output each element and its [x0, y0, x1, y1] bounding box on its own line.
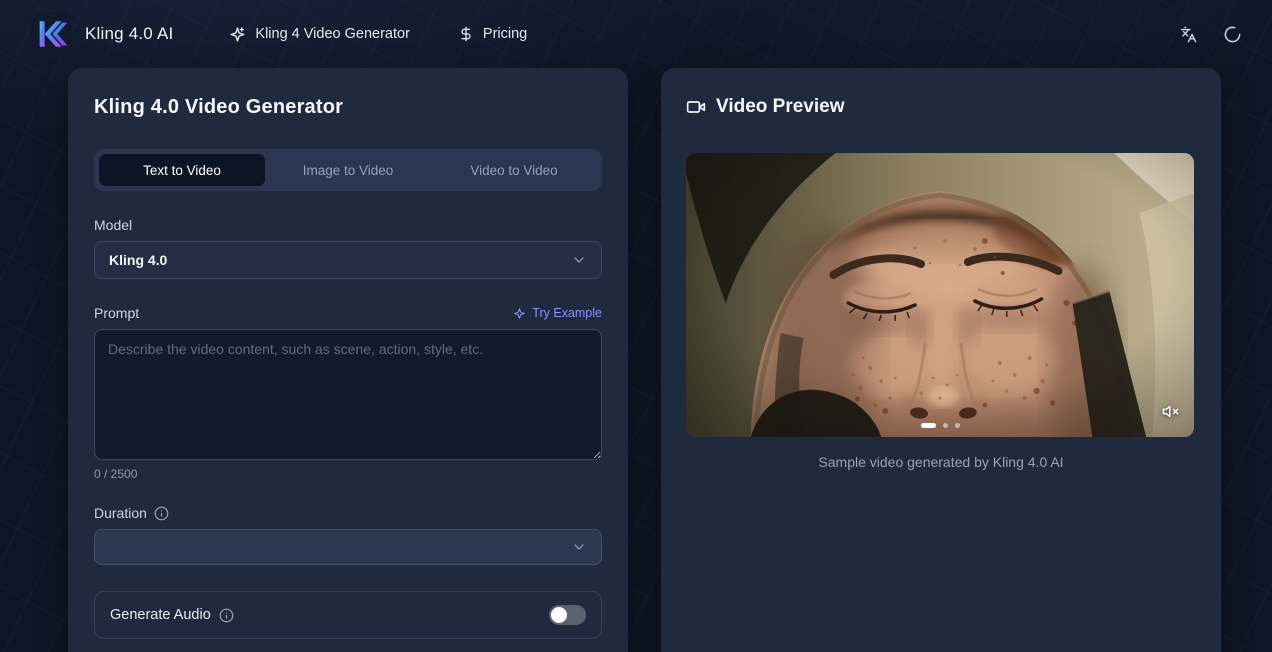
nav-item-video-generator[interactable]: Kling 4 Video Generator: [229, 26, 410, 43]
generate-audio-label: Generate Audio: [110, 607, 234, 623]
preview-caption: Sample video generated by Kling 4.0 AI: [686, 454, 1196, 470]
mute-button[interactable]: [1162, 403, 1179, 423]
char-counter: 0 / 2500: [94, 467, 602, 481]
dollar-icon: [458, 26, 474, 42]
nav-label-pricing: Pricing: [483, 26, 527, 42]
duration-select[interactable]: [94, 529, 602, 565]
generate-audio-toggle[interactable]: [549, 605, 586, 625]
main-nav: Kling 4 Video Generator Pricing: [229, 26, 527, 43]
prompt-label: Prompt: [94, 305, 139, 321]
model-select[interactable]: Kling 4.0: [94, 241, 602, 279]
duration-label: Duration: [94, 505, 602, 521]
carousel-dots: [686, 423, 1194, 428]
nav-label-video-generator: Kling 4 Video Generator: [255, 26, 410, 42]
sparkles-icon: [229, 26, 246, 43]
video-player[interactable]: [686, 153, 1194, 437]
video-preview-card: Video Preview: [661, 68, 1221, 652]
kling-double-k-icon: [34, 17, 68, 51]
try-example-button[interactable]: Try Example: [513, 306, 602, 320]
sparkles-icon: [513, 307, 526, 320]
carousel-dot-1[interactable]: [921, 423, 936, 428]
tab-video-to-video[interactable]: Video to Video: [431, 154, 597, 186]
language-icon: [1180, 26, 1197, 43]
mode-tabs: Text to Video Image to Video Video to Vi…: [94, 149, 602, 191]
preview-header: Video Preview: [686, 96, 1196, 118]
nav-item-pricing[interactable]: Pricing: [458, 26, 527, 42]
toggle-knob: [551, 607, 567, 623]
info-icon: [154, 506, 169, 521]
prompt-textarea[interactable]: [94, 329, 602, 460]
tab-image-to-video[interactable]: Image to Video: [265, 154, 431, 186]
model-value: Kling 4.0: [109, 252, 167, 268]
generator-title: Kling 4.0 Video Generator: [94, 96, 602, 119]
chevron-down-icon: [571, 252, 587, 268]
carousel-dot-2[interactable]: [943, 423, 948, 428]
chevron-down-icon: [571, 539, 587, 555]
preview-title: Video Preview: [716, 96, 845, 118]
model-label: Model: [94, 217, 602, 233]
prompt-row: Prompt Try Example: [94, 305, 602, 321]
top-navbar: Kling 4.0 AI Kling 4 Video Generator Pri…: [0, 0, 1272, 68]
volume-muted-icon: [1162, 403, 1179, 420]
generate-audio-setting: Generate Audio: [94, 591, 602, 639]
tab-text-to-video[interactable]: Text to Video: [99, 154, 265, 186]
generator-card: Kling 4.0 Video Generator Text to Video …: [68, 68, 628, 652]
kling-logo[interactable]: [30, 12, 72, 56]
info-icon: [219, 608, 234, 623]
sample-video-frame: [686, 153, 1194, 437]
brand-title: Kling 4.0 AI: [85, 24, 173, 44]
language-button[interactable]: [1180, 26, 1197, 43]
carousel-dot-3[interactable]: [955, 423, 960, 428]
main-content: Kling 4.0 Video Generator Text to Video …: [0, 68, 1272, 652]
video-camera-icon: [686, 97, 706, 117]
loading-spinner-icon: [1223, 25, 1242, 44]
header-actions: [1180, 25, 1242, 44]
